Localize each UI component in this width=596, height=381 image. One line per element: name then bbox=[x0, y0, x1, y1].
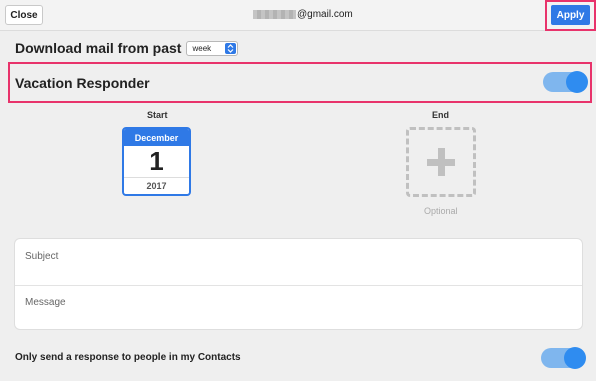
period-select-value: week bbox=[192, 43, 212, 53]
calendar-day: 1 bbox=[124, 146, 189, 178]
account-email: @gmail.com bbox=[253, 9, 353, 20]
apply-button[interactable]: Apply bbox=[551, 5, 590, 25]
account-email-suffix: @gmail.com bbox=[297, 9, 353, 20]
contacts-only-label: Only send a response to people in my Con… bbox=[15, 352, 241, 363]
toggle-knob bbox=[566, 71, 588, 93]
start-date-calendar[interactable]: December 1 2017 bbox=[122, 127, 191, 196]
vacation-responder-toggle[interactable] bbox=[543, 71, 588, 93]
download-mail-label: Download mail from past bbox=[15, 40, 182, 56]
toggle-knob bbox=[564, 347, 586, 369]
calendar-year: 2017 bbox=[146, 181, 167, 191]
optional-label: Optional bbox=[424, 206, 458, 216]
plus-icon-bar bbox=[427, 159, 455, 166]
redacted-username bbox=[253, 10, 296, 19]
message-field[interactable]: Message bbox=[25, 297, 66, 308]
top-bar: Close @gmail.com Apply bbox=[0, 0, 596, 31]
download-mail-row: Download mail from past week bbox=[15, 40, 239, 56]
end-label: End bbox=[432, 110, 449, 120]
add-end-date-button[interactable] bbox=[406, 127, 476, 197]
chevron-updown-icon bbox=[225, 42, 237, 54]
close-button[interactable]: Close bbox=[5, 5, 43, 25]
vacation-responder-label: Vacation Responder bbox=[15, 75, 150, 91]
calendar-month: December bbox=[124, 129, 189, 146]
divider bbox=[15, 285, 582, 286]
period-select[interactable]: week bbox=[186, 40, 239, 56]
contacts-only-toggle[interactable] bbox=[541, 347, 586, 369]
subject-field[interactable]: Subject bbox=[25, 251, 58, 262]
start-label: Start bbox=[147, 110, 168, 120]
message-card: Subject Message bbox=[14, 238, 583, 330]
